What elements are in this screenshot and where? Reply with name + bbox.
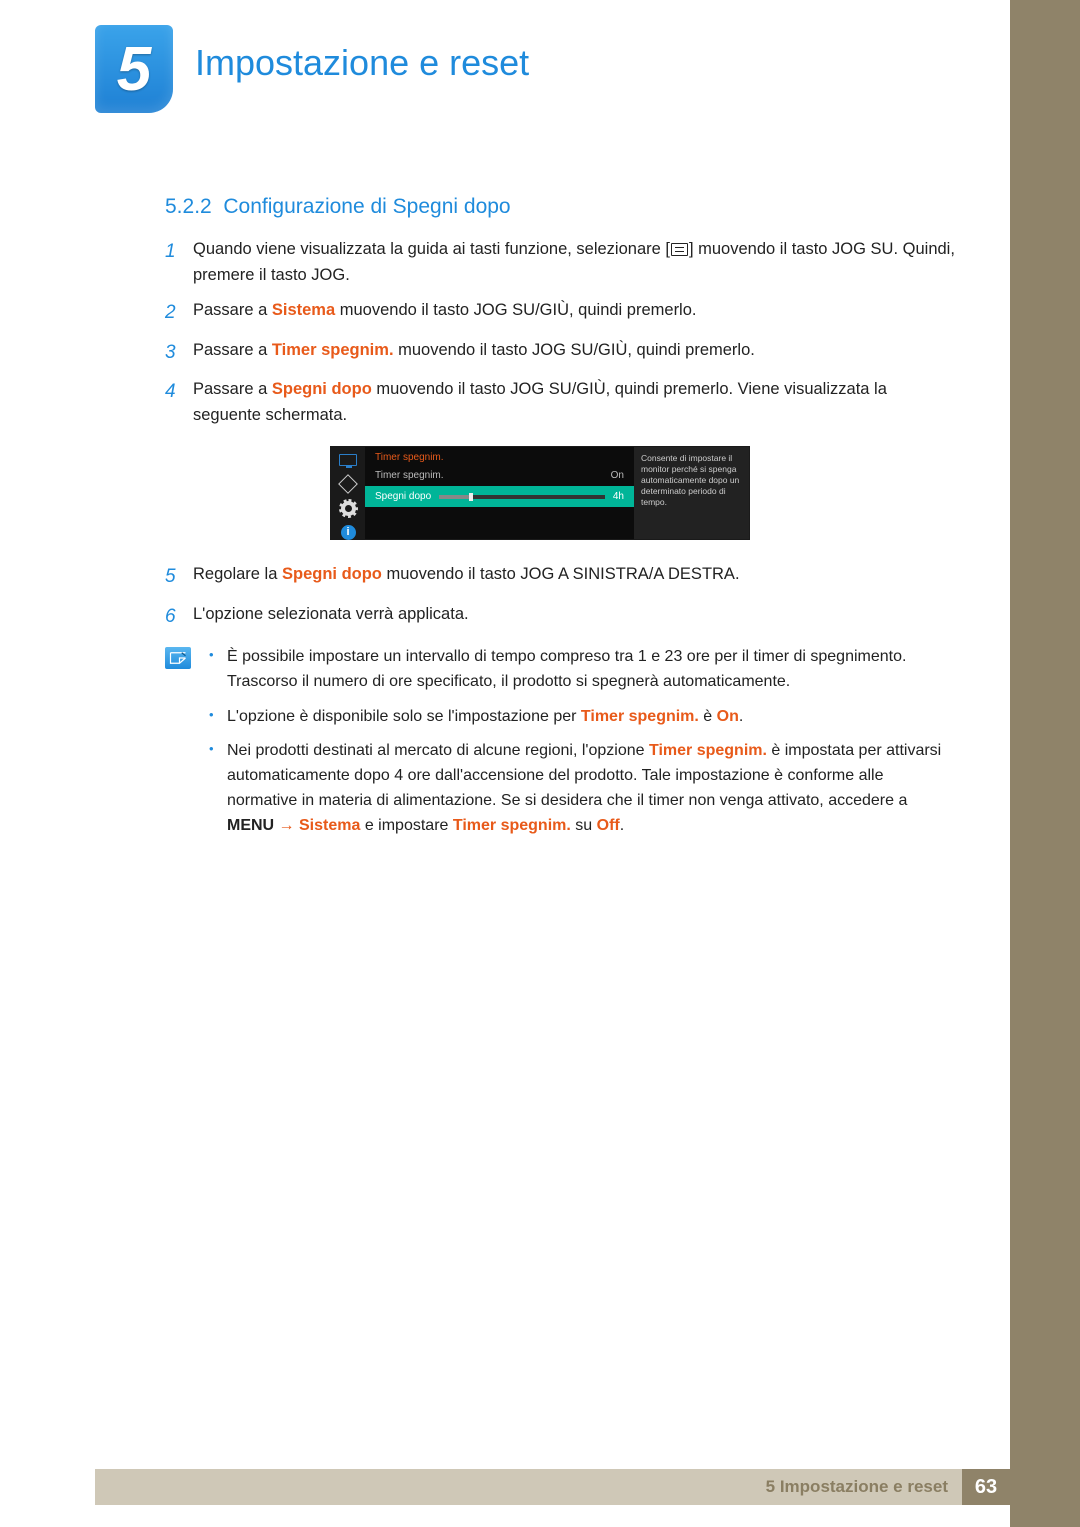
step-6: 6 L'opzione selezionata verrà applicata. — [165, 602, 955, 631]
note-block: È possibile impostare un intervallo di t… — [165, 645, 955, 849]
right-margin-bar — [1010, 0, 1080, 1527]
step-3: 3 Passare a Timer spegnim. muovendo il t… — [165, 338, 955, 367]
step-1: 1 Quando viene visualizzata la guida ai … — [165, 237, 955, 288]
chapter-number: 5 — [117, 34, 151, 105]
section-title: 5.2.2 Configurazione di Spegni dopo — [165, 195, 955, 219]
note-list: È possibile impostare un intervallo di t… — [209, 645, 955, 849]
info-icon: i — [339, 525, 357, 539]
monitor-icon — [339, 453, 357, 467]
step-2: 2 Passare a Sistema muovendo il tasto JO… — [165, 298, 955, 327]
note-icon — [165, 647, 191, 669]
step-list: 1 Quando viene visualizzata la guida ai … — [165, 237, 955, 428]
note-item-2: L'opzione è disponibile solo se l'impost… — [209, 705, 955, 730]
osd-sidebar: i — [331, 447, 365, 539]
osd-description: Consente di impostare il monitor perché … — [634, 447, 749, 539]
osd-header: Timer spegnim. — [365, 447, 634, 465]
move-icon — [339, 477, 357, 491]
gear-icon — [339, 501, 357, 515]
step-4: 4 Passare a Spegni dopo muovendo il tast… — [165, 377, 955, 428]
note-item-3: Nei prodotti destinati al mercato di alc… — [209, 739, 955, 838]
menu-icon — [671, 243, 688, 256]
osd-slider — [439, 495, 605, 499]
step-list-cont: 5 Regolare la Spegni dopo muovendo il ta… — [165, 562, 955, 631]
osd-row-timer: Timer spegnim. On — [365, 465, 634, 486]
step-5: 5 Regolare la Spegni dopo muovendo il ta… — [165, 562, 955, 591]
note-item-1: È possibile impostare un intervallo di t… — [209, 645, 955, 695]
osd-screenshot: i Timer spegnim. Timer spegnim. On Spegn… — [330, 446, 750, 540]
footer-label: 5 Impostazione e reset — [752, 1469, 962, 1505]
footer-page-number: 63 — [962, 1469, 1010, 1505]
content-area: 5.2.2 Configurazione di Spegni dopo 1 Qu… — [165, 195, 955, 849]
chapter-title: Impostazione e reset — [195, 42, 529, 84]
chapter-badge: 5 — [95, 25, 173, 113]
osd-row-spegni-selected: Spegni dopo 4h — [365, 486, 634, 507]
footer-bar: 5 Impostazione e reset 63 — [95, 1469, 1010, 1505]
